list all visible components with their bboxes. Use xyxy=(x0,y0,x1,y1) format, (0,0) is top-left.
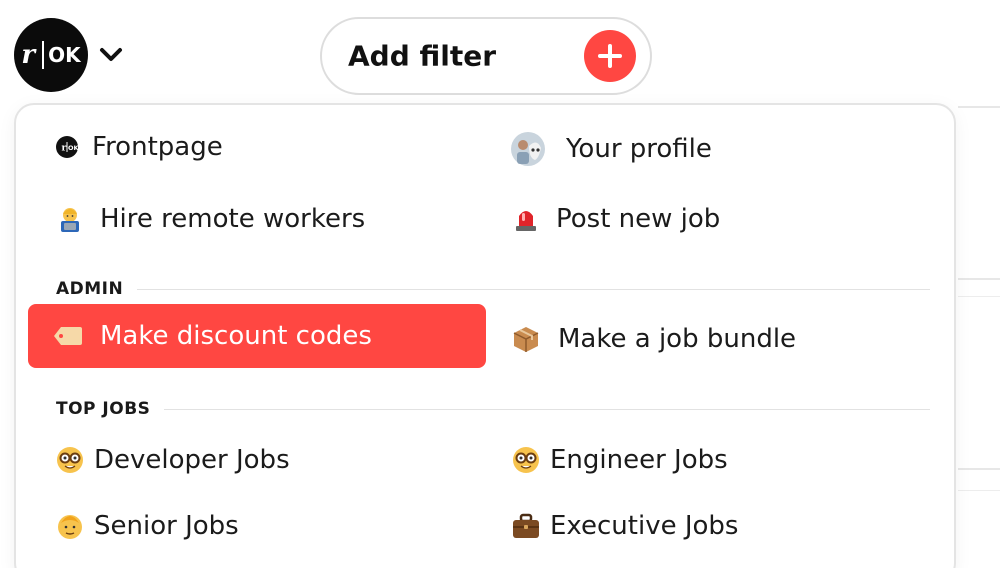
menu-item-label: Engineer Jobs xyxy=(550,445,728,475)
add-filter-label: Add filter xyxy=(348,39,497,73)
add-filter-button[interactable]: Add filter xyxy=(320,17,652,95)
label-tag-emoji-icon xyxy=(52,320,84,352)
section-divider xyxy=(137,288,930,290)
older-person-emoji-icon xyxy=(54,510,86,542)
nerd-face-emoji-icon xyxy=(54,444,86,476)
svg-text:r: r xyxy=(62,144,67,154)
logo-letter-r: r xyxy=(21,40,36,70)
background-divider xyxy=(958,468,1000,470)
menu-item-label: Your profile xyxy=(566,134,712,164)
nerd-face-emoji-icon xyxy=(510,444,542,476)
remoteok-logo: r OK xyxy=(14,18,88,92)
menu-item-label: Hire remote workers xyxy=(100,204,366,234)
nav-dropdown-menu: r OK Frontpage Your profile Hire remote w… xyxy=(14,103,956,568)
menu-item-senior-jobs[interactable]: Senior Jobs xyxy=(54,494,239,558)
technologist-emoji-icon xyxy=(54,203,86,235)
menu-item-executive-jobs[interactable]: Executive Jobs xyxy=(510,494,738,558)
menu-item-make-discount-codes[interactable]: Make discount codes xyxy=(28,304,486,368)
plus-icon xyxy=(584,30,636,82)
menu-item-engineer-jobs[interactable]: Engineer Jobs xyxy=(510,428,728,492)
logo-letters-ok: OK xyxy=(48,43,81,67)
avatar-icon xyxy=(510,131,546,167)
section-title: TOP JOBS xyxy=(56,399,151,419)
menu-item-frontpage[interactable]: r OK Frontpage xyxy=(54,115,223,179)
background-divider xyxy=(958,490,1000,491)
briefcase-emoji-icon xyxy=(510,510,542,542)
background-divider xyxy=(958,278,1000,280)
page: r OK Add filter r OK Frontpage Your profi… xyxy=(0,0,1000,568)
menu-item-your-profile[interactable]: Your profile xyxy=(510,117,712,181)
menu-item-label: Frontpage xyxy=(92,132,223,162)
chevron-down-icon xyxy=(98,42,124,68)
section-divider xyxy=(164,408,930,410)
menu-item-label: Executive Jobs xyxy=(550,511,739,541)
section-title: ADMIN xyxy=(56,279,124,299)
menu-item-label: Developer Jobs xyxy=(94,445,290,475)
svg-text:OK: OK xyxy=(68,144,79,152)
section-header-admin: ADMIN xyxy=(56,277,930,301)
menu-item-hire-remote-workers[interactable]: Hire remote workers xyxy=(54,187,365,251)
section-header-top-jobs: TOP JOBS xyxy=(56,397,930,421)
menu-item-post-new-job[interactable]: Post new job xyxy=(510,187,720,251)
menu-item-label: Post new job xyxy=(556,204,721,234)
menu-item-label: Make a job bundle xyxy=(558,324,797,354)
menu-item-make-job-bundle[interactable]: Make a job bundle xyxy=(510,307,796,371)
logo-divider xyxy=(42,41,45,69)
menu-item-label: Make discount codes xyxy=(100,321,372,351)
menu-item-developer-jobs[interactable]: Developer Jobs xyxy=(54,428,290,492)
package-emoji-icon xyxy=(510,323,542,355)
site-menu-toggle[interactable]: r OK xyxy=(14,18,124,92)
background-divider xyxy=(958,296,1000,297)
background-divider xyxy=(958,106,1000,108)
menu-item-label: Senior Jobs xyxy=(94,511,239,541)
remoteok-logo-icon: r OK xyxy=(54,131,80,163)
siren-emoji-icon xyxy=(510,203,542,235)
